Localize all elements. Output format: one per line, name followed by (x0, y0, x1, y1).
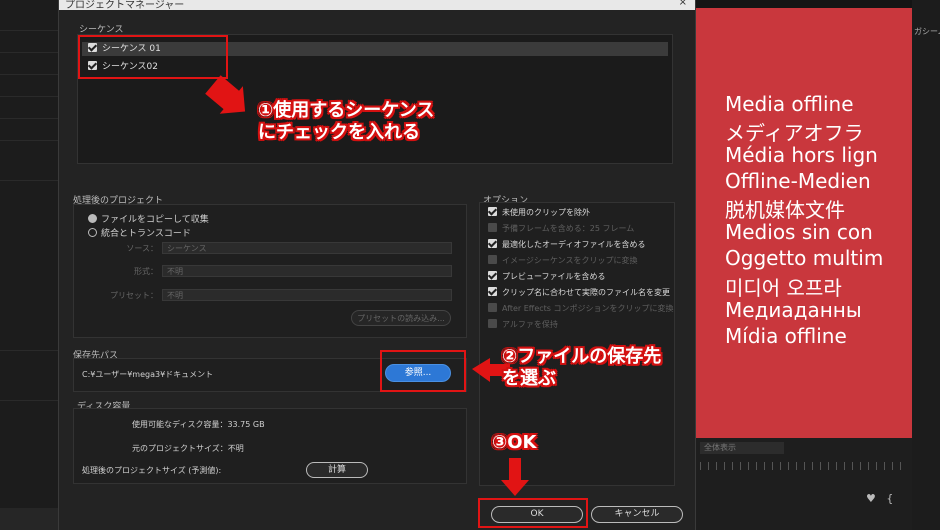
annotation-step1: ①使用するシーケンス にチェックを入れる (258, 100, 435, 143)
annotation-step2: ②ファイルの保存先 を選ぶ (502, 346, 662, 389)
annotation-arrows (205, 75, 529, 496)
arrow-icon (205, 75, 246, 114)
arrow-icon (501, 458, 529, 496)
annotation-step3: ③OK (492, 432, 537, 453)
